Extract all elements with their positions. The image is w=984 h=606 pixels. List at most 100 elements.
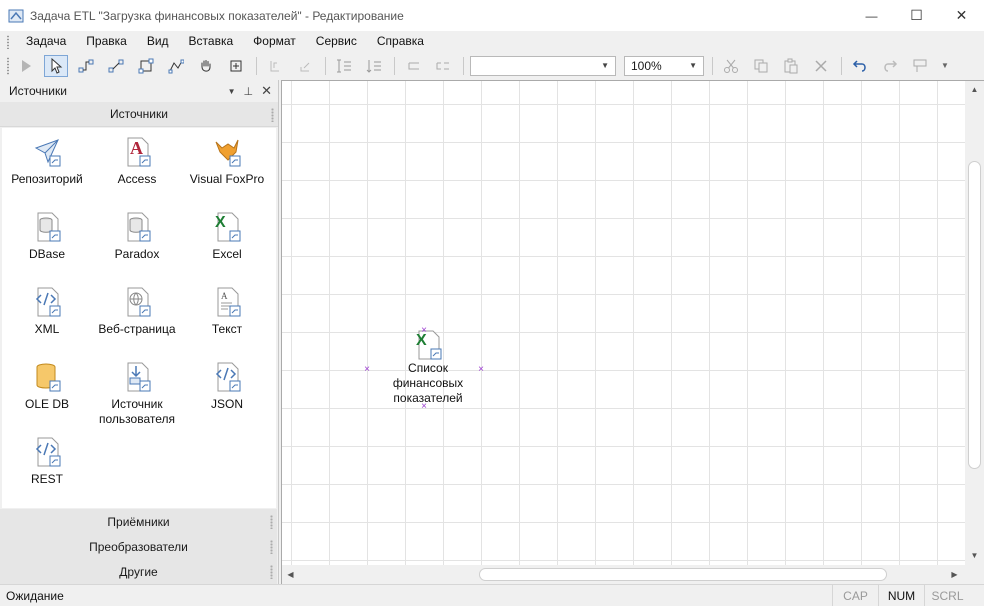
run-button[interactable] — [14, 55, 38, 77]
resize-handle-right[interactable]: × — [476, 365, 486, 375]
shape-tool-button[interactable] — [134, 55, 158, 77]
scroll-left-icon[interactable]: ◀ — [282, 565, 299, 584]
horizontal-scroll-thumb[interactable] — [479, 568, 887, 581]
hand-icon — [201, 59, 211, 72]
source-label: Visual FoxPro — [189, 172, 265, 186]
status-bar: Ожидание CAP NUM SCRL — [0, 584, 984, 606]
source-label: Excel — [212, 247, 242, 261]
source-oledb[interactable]: OLE DB — [2, 361, 92, 412]
zoom-value: 100% — [631, 58, 662, 73]
connector-tool-button[interactable] — [74, 55, 98, 77]
source-web-page[interactable]: Веб-страница — [92, 286, 182, 337]
scroll-up-icon[interactable]: ▲ — [965, 81, 984, 98]
menu-help[interactable]: Справка — [367, 31, 434, 52]
vertical-scroll-thumb[interactable] — [968, 161, 981, 469]
vertical-scrollbar[interactable]: ▲ ▼ — [965, 81, 984, 565]
cap-indicator: CAP — [832, 584, 878, 606]
resize-handle-left[interactable]: × — [362, 365, 372, 375]
section-sources[interactable]: Источники — [0, 102, 278, 127]
align-top-button[interactable] — [332, 55, 356, 77]
app-icon — [8, 9, 24, 22]
bring-front-button[interactable] — [293, 55, 317, 77]
horizontal-scrollbar[interactable]: ◀ ▶ — [282, 565, 965, 584]
fit-icon — [230, 60, 242, 71]
repository-icon — [34, 139, 61, 167]
resize-handle-bottom[interactable]: × — [419, 402, 429, 412]
redo-button[interactable] — [878, 55, 902, 77]
section-grip — [270, 540, 273, 554]
svg-text:A: A — [221, 291, 228, 301]
excel-source-node[interactable]: X Список финансовых показателей — [378, 329, 478, 406]
font-combo[interactable]: ▼ — [470, 55, 616, 76]
align-vertical-icon — [337, 59, 351, 72]
layout-icon — [913, 59, 927, 72]
toolbar-separator — [394, 56, 395, 75]
bring-front-icon — [300, 62, 310, 71]
send-back-icon — [270, 60, 279, 71]
group-button[interactable] — [401, 55, 425, 77]
node-label: Список финансовых показателей — [378, 361, 478, 406]
svg-text:A: A — [130, 138, 143, 158]
diagram-canvas[interactable]: X Список финансовых показателей × × × × — [282, 81, 965, 565]
source-label: DBase — [28, 247, 66, 261]
layout-button[interactable] — [908, 55, 932, 77]
source-user-source[interactable]: Источник пользователя — [92, 361, 182, 427]
copy-button[interactable] — [749, 55, 773, 77]
source-rest[interactable]: REST — [2, 436, 92, 487]
source-foxpro[interactable]: Visual FoxPro — [182, 136, 272, 187]
align-bottom-button[interactable] — [362, 55, 386, 77]
pin-icon[interactable]: ⊥ — [244, 85, 254, 98]
source-json[interactable]: JSON — [182, 361, 272, 412]
maximize-button[interactable]: ☐ — [894, 0, 939, 31]
select-tool-button[interactable] — [44, 54, 68, 77]
undo-button[interactable] — [848, 55, 872, 77]
section-transformers[interactable]: Преобразователи — [0, 534, 277, 559]
send-back-button[interactable] — [263, 55, 287, 77]
redo-icon — [884, 59, 898, 72]
section-grip — [270, 515, 273, 529]
section-receivers[interactable]: Приёмники — [0, 509, 277, 534]
pan-tool-button[interactable] — [194, 55, 218, 77]
source-label: REST — [30, 472, 63, 486]
xml-icon — [35, 287, 61, 317]
source-xml[interactable]: XML — [2, 286, 92, 337]
menu-view[interactable]: Вид — [137, 31, 179, 52]
section-grip — [270, 565, 273, 579]
toolbar-grip[interactable] — [6, 56, 10, 75]
panel-close-icon[interactable]: ✕ — [261, 83, 272, 99]
source-repository[interactable]: Репозиторий — [2, 136, 92, 187]
menu-grip[interactable] — [6, 34, 10, 49]
link-tool-button[interactable] — [104, 55, 128, 77]
source-text[interactable]: A Текст — [182, 286, 272, 337]
menu-insert[interactable]: Вставка — [179, 31, 244, 52]
fit-button[interactable] — [224, 55, 248, 77]
section-grip — [271, 108, 274, 122]
chevron-down-icon: ▼ — [689, 61, 697, 70]
section-other[interactable]: Другие — [0, 559, 277, 584]
source-access[interactable]: A Access — [92, 136, 182, 187]
source-paradox[interactable]: Paradox — [92, 211, 182, 262]
menu-edit[interactable]: Правка — [76, 31, 137, 52]
section-transformers-label: Преобразователи — [89, 539, 188, 554]
paste-button[interactable] — [779, 55, 803, 77]
toolbar-overflow-button[interactable]: ▼ — [938, 55, 952, 77]
minimize-button[interactable]: — — [849, 0, 894, 31]
node-label-line: Список — [408, 361, 448, 375]
source-label: Paradox — [114, 247, 160, 261]
resize-handle-top[interactable]: × — [419, 326, 429, 336]
close-button[interactable]: ✕ — [939, 0, 984, 31]
zoom-combo[interactable]: 100% ▼ — [624, 55, 704, 76]
source-excel[interactable]: X Excel — [182, 211, 272, 262]
menu-service[interactable]: Сервис — [306, 31, 367, 52]
scroll-right-icon[interactable]: ▶ — [946, 565, 963, 584]
polyline-tool-button[interactable] — [164, 55, 188, 77]
menu-format[interactable]: Формат — [243, 31, 306, 52]
delete-button[interactable] — [809, 55, 833, 77]
ungroup-button[interactable] — [431, 55, 455, 77]
access-icon: A — [127, 137, 151, 167]
menu-task[interactable]: Задача — [16, 31, 76, 52]
scroll-down-icon[interactable]: ▼ — [965, 547, 984, 564]
cut-button[interactable] — [719, 55, 743, 77]
source-dbase[interactable]: DBase — [2, 211, 92, 262]
panel-menu-icon[interactable]: ▼ — [228, 87, 236, 96]
